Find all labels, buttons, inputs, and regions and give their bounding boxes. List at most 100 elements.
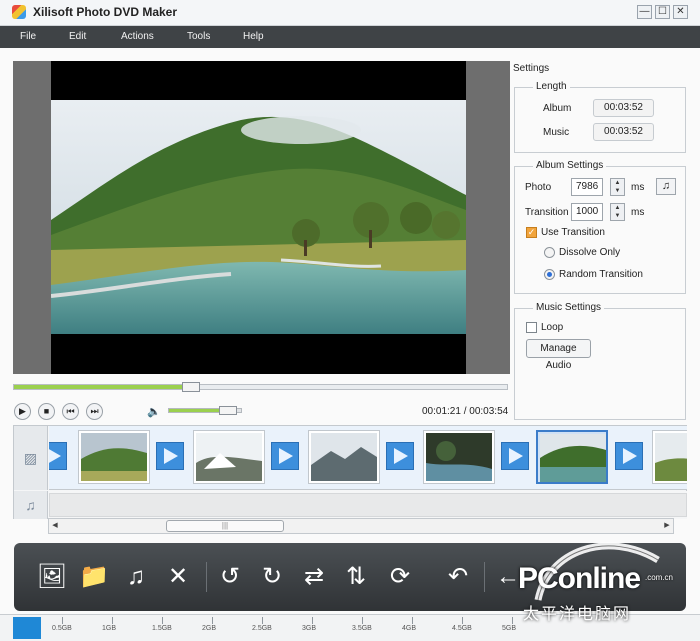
scroll-thumb[interactable]: |||	[166, 520, 284, 532]
play-button[interactable]: ▶	[14, 403, 31, 420]
use-transition-checkbox[interactable]: ✓	[526, 227, 537, 238]
stop-button[interactable]: ■	[38, 403, 55, 420]
delete-button[interactable]: ✕	[160, 560, 196, 594]
undo-button[interactable]: ↶	[440, 560, 476, 594]
flip-button[interactable]: ⇅	[338, 560, 374, 594]
music-note-icon: ♫	[25, 497, 36, 513]
photo-duration-label: Photo	[525, 182, 552, 193]
manage-audio-button[interactable]: Manage Audio	[526, 339, 591, 371]
capacity-label: 4.5GB	[452, 625, 472, 632]
album-length-label: Album	[543, 103, 572, 114]
preview-stage	[51, 61, 466, 374]
transition-duration-label: Transition	[525, 207, 569, 218]
music-settings-legend: Music Settings	[533, 302, 605, 313]
music-length-value: 00:03:52	[593, 123, 654, 141]
photo-thumbnail[interactable]	[193, 430, 265, 484]
app-logo-icon	[12, 5, 26, 19]
photo-thumbnail[interactable]	[652, 430, 687, 484]
volume-handle[interactable]	[219, 406, 237, 415]
music-length-label: Music	[543, 127, 570, 138]
seek-bar[interactable]	[13, 382, 508, 392]
album-settings-group: Album Settings Photo 7986 ▲ ▼ ms ♫ Transi…	[514, 160, 686, 294]
time-readout: 00:01:21 / 00:03:54	[422, 406, 508, 417]
use-transition-label: Use Transition	[541, 227, 605, 238]
menu-file[interactable]: File	[20, 31, 36, 42]
loop-label: Loop	[541, 322, 564, 333]
transition-marker[interactable]	[386, 442, 414, 470]
rotate-left-button[interactable]: ↺	[212, 560, 248, 594]
photo-thumbnail[interactable]	[423, 430, 495, 484]
image-icon: ▨	[23, 450, 38, 466]
capacity-tick	[112, 617, 113, 624]
add-folder-button[interactable]: 📁	[76, 560, 112, 594]
current-time: 00:01:21	[422, 406, 461, 417]
rotate-right-button[interactable]: ↻	[254, 560, 290, 594]
settings-title: Settings	[513, 63, 550, 74]
transition-duration-stepper[interactable]: ▲ ▼	[610, 203, 625, 221]
capacity-label: 4GB	[402, 625, 417, 632]
menu-actions[interactable]: Actions	[121, 31, 154, 42]
photo-duration-input[interactable]: 7986	[571, 178, 603, 196]
music-track[interactable]	[49, 491, 687, 519]
capacity-label: 3GB	[302, 625, 317, 632]
random-transition-label: Random Transition	[559, 269, 643, 280]
previous-button[interactable]: ⏮	[62, 403, 79, 420]
capacity-tick	[312, 617, 313, 624]
music-track-label: ♫	[14, 491, 48, 519]
menu-help[interactable]: Help	[243, 31, 264, 42]
album-length-value: 00:03:52	[593, 99, 654, 117]
transition-marker[interactable]	[501, 442, 529, 470]
capacity-tick	[462, 617, 463, 624]
watermark-chinese: 太平洋电脑网	[523, 606, 632, 623]
add-photo-button[interactable]: 🖼	[34, 560, 70, 594]
minimize-button[interactable]: —	[637, 5, 652, 19]
next-button[interactable]: ⏭	[86, 403, 103, 420]
menu-tools[interactable]: Tools	[187, 31, 210, 42]
capacity-tick	[512, 617, 513, 624]
watermark-domain: .com.cn	[645, 573, 674, 582]
capacity-label: 1.5GB	[152, 625, 172, 632]
capacity-label: 0.5GB	[52, 625, 72, 632]
dissolve-only-label: Dissolve Only	[559, 247, 621, 258]
music-lane	[49, 493, 687, 517]
scroll-left-button[interactable]: ◀	[49, 519, 61, 533]
photo-track	[49, 426, 687, 490]
seek-progress	[14, 385, 182, 389]
menu-bar: File Edit Actions Tools Help	[0, 26, 700, 48]
transition-duration-input[interactable]: 1000	[571, 203, 603, 221]
watermark-brand: PConline	[518, 562, 641, 595]
photo-thumbnail[interactable]	[308, 430, 380, 484]
transition-marker[interactable]	[271, 442, 299, 470]
maximize-button[interactable]: ☐	[655, 5, 670, 19]
seek-handle[interactable]	[182, 382, 200, 392]
capacity-label: 3.5GB	[352, 625, 372, 632]
photo-thumbnail-selected[interactable]	[536, 430, 608, 484]
capacity-label: 2.5GB	[252, 625, 272, 632]
capacity-label: 2GB	[202, 625, 217, 632]
music-settings-group: Music Settings Loop Manage Audio	[514, 302, 686, 420]
add-music-button[interactable]: ♫	[118, 560, 154, 594]
transition-marker[interactable]	[156, 442, 184, 470]
length-legend: Length	[533, 81, 570, 92]
transition-button[interactable]: ⟳	[382, 560, 418, 594]
photo-thumbnail[interactable]	[78, 430, 150, 484]
menu-edit[interactable]: Edit	[69, 31, 86, 42]
photo-duration-stepper[interactable]: ▲ ▼	[610, 178, 625, 196]
capacity-tick	[212, 617, 213, 624]
photo-duration-unit: ms	[631, 182, 645, 193]
preview-photo	[51, 100, 466, 334]
volume-slider[interactable]	[168, 406, 242, 415]
timeline: ▨ ♫	[13, 425, 687, 519]
transition-marker[interactable]	[615, 442, 643, 470]
music-note-button[interactable]: ♫	[656, 178, 676, 195]
random-transition-radio[interactable]	[544, 269, 555, 280]
length-group: Length Album 00:03:52 Music 00:03:52	[514, 81, 686, 153]
loop-checkbox[interactable]	[526, 322, 537, 333]
transition-marker[interactable]	[49, 442, 67, 470]
dissolve-only-radio[interactable]	[544, 247, 555, 258]
close-button[interactable]: ✕	[673, 5, 688, 19]
volume-icon[interactable]: 🔈	[147, 405, 161, 418]
toolbar-separator	[484, 562, 485, 592]
swap-button[interactable]: ⇄	[296, 560, 332, 594]
window-title: Xilisoft Photo DVD Maker	[33, 5, 178, 19]
